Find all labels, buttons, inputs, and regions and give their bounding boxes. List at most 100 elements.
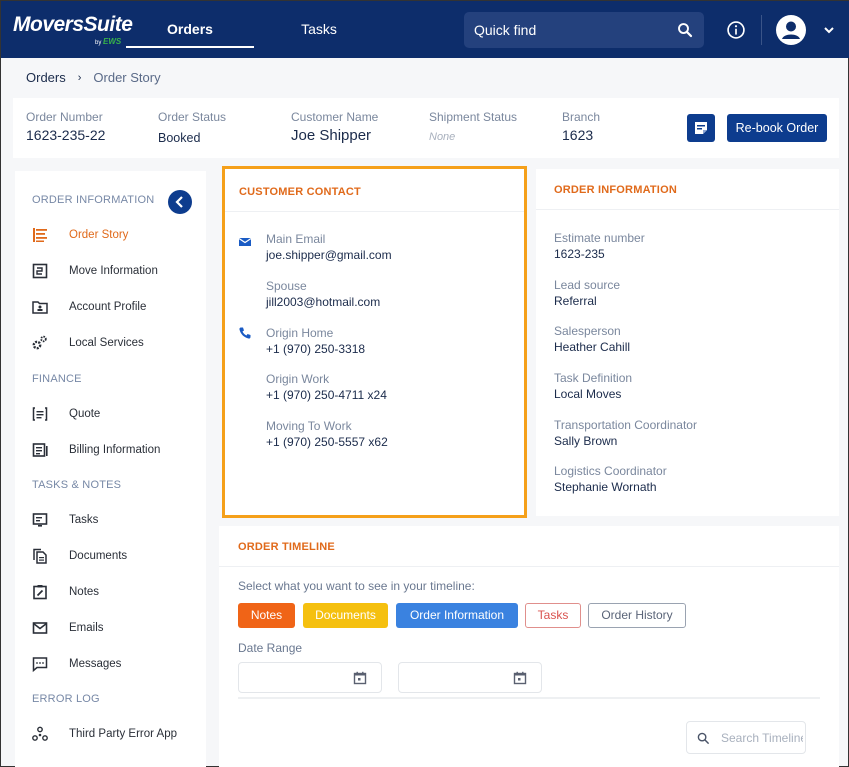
transportation-coordinator-field: Transportation Coordinator Sally Brown bbox=[554, 418, 697, 448]
phone-icon bbox=[239, 327, 251, 339]
sidebar-item-local-services[interactable]: Local Services bbox=[15, 329, 206, 357]
chevron-down-icon[interactable] bbox=[823, 25, 835, 35]
order-status-field: Order Status Booked bbox=[158, 110, 226, 145]
sidebar-item-notes[interactable]: Notes bbox=[15, 578, 206, 606]
filter-notes-button[interactable]: Notes bbox=[238, 603, 295, 628]
spouse-label: Spouse bbox=[266, 279, 307, 293]
nav-tab-tasks[interactable]: Tasks bbox=[281, 1, 357, 58]
calendar-icon[interactable] bbox=[513, 671, 527, 685]
order-status-label: Order Status bbox=[158, 110, 227, 124]
sidebar-label: Tasks bbox=[69, 514, 99, 526]
moving-to-work-value[interactable]: +1 (970) 250-5557 x62 bbox=[266, 435, 388, 449]
customer-contact-title: CUSTOMER CONTACT bbox=[239, 186, 361, 198]
date-start-input[interactable] bbox=[238, 662, 382, 693]
customer-name-value: Joe Shipper bbox=[291, 127, 372, 144]
breadcrumb-orders[interactable]: Orders bbox=[26, 70, 66, 85]
sidebar-label: Messages bbox=[69, 658, 122, 670]
salesperson-field: Salesperson Heather Cahill bbox=[554, 324, 630, 354]
moving-to-work-label: Moving To Work bbox=[266, 419, 352, 433]
origin-home-field: Origin Home +1 (970) 250-3318 bbox=[266, 326, 365, 356]
sidebar-label: Third Party Error App bbox=[69, 728, 178, 740]
branch-label: Branch bbox=[562, 110, 601, 124]
logo-text: MoversSuite bbox=[13, 13, 133, 36]
tasks-icon bbox=[32, 513, 48, 527]
estimate-number-value: 1623-235 bbox=[554, 247, 605, 261]
timeline-prompt: Select what you want to see in your time… bbox=[238, 579, 475, 593]
notes-icon bbox=[33, 585, 47, 600]
search-timeline-box bbox=[686, 721, 806, 754]
logo-by-ews: by EWS bbox=[95, 37, 121, 46]
move-info-icon bbox=[32, 263, 48, 279]
sidebar-item-messages[interactable]: Messages bbox=[15, 650, 206, 678]
estimate-number-label: Estimate number bbox=[554, 231, 645, 245]
sidebar: ORDER INFORMATION Order Story Move Infor… bbox=[15, 171, 206, 767]
estimate-number-field: Estimate number 1623-235 bbox=[554, 231, 645, 261]
calendar-icon[interactable] bbox=[353, 671, 367, 685]
rebook-order-button[interactable]: Re-book Order bbox=[727, 114, 827, 142]
sidebar-item-third-party-error-app[interactable]: Third Party Error App bbox=[15, 720, 206, 748]
card-divider bbox=[536, 209, 839, 210]
main-email-label: Main Email bbox=[266, 232, 326, 246]
main-email-value[interactable]: joe.shipper@gmail.com bbox=[266, 248, 392, 262]
filter-tasks-button[interactable]: Tasks bbox=[525, 603, 581, 628]
quick-find-input[interactable] bbox=[464, 12, 664, 48]
filter-order-information-button[interactable]: Order Information bbox=[396, 603, 518, 628]
sidebar-item-tasks[interactable]: Tasks bbox=[15, 506, 206, 534]
lead-source-field: Lead source Referral bbox=[554, 278, 620, 308]
order-information-card: ORDER INFORMATION Estimate number 1623-2… bbox=[536, 169, 839, 516]
sticky-note-icon bbox=[695, 122, 707, 134]
navbar-divider bbox=[761, 15, 762, 45]
transportation-coordinator-value: Sally Brown bbox=[554, 434, 618, 448]
gears-icon bbox=[32, 335, 47, 350]
main-email-field: Main Email joe.shipper@gmail.com bbox=[266, 232, 392, 262]
sidebar-label: Quote bbox=[69, 408, 101, 420]
sidebar-item-documents[interactable]: Documents bbox=[15, 542, 206, 570]
logistics-coordinator-label: Logistics Coordinator bbox=[554, 464, 667, 478]
order-information-title: ORDER INFORMATION bbox=[554, 184, 677, 196]
nav-tab-orders[interactable]: Orders bbox=[126, 1, 254, 58]
sidebar-item-emails[interactable]: Emails bbox=[15, 614, 206, 642]
user-avatar-icon[interactable] bbox=[776, 15, 806, 45]
order-timeline-card: ORDER TIMELINE Select what you want to s… bbox=[219, 526, 839, 767]
order-status-value: Booked bbox=[158, 131, 201, 145]
moving-to-work-field: Moving To Work +1 (970) 250-5557 x62 bbox=[266, 419, 388, 449]
logo-by: by bbox=[95, 40, 102, 46]
customer-name-label: Customer Name bbox=[291, 110, 379, 124]
info-icon[interactable] bbox=[726, 20, 746, 40]
sidebar-item-move-information[interactable]: Move Information bbox=[15, 257, 206, 285]
sidebar-label: Emails bbox=[69, 622, 104, 634]
sidebar-section-tasks-notes: TASKS & NOTES bbox=[32, 479, 122, 491]
origin-work-label: Origin Work bbox=[266, 372, 330, 386]
sidebar-item-billing-information[interactable]: Billing Information bbox=[15, 436, 206, 464]
order-timeline-title: ORDER TIMELINE bbox=[238, 541, 335, 553]
sidebar-item-quote[interactable]: Quote bbox=[15, 400, 206, 428]
shipment-status-field: Shipment Status None bbox=[429, 110, 517, 143]
sidebar-label: Documents bbox=[69, 550, 128, 562]
sidebar-item-order-story[interactable]: Order Story bbox=[15, 221, 206, 249]
breadcrumb-current: Order Story bbox=[93, 70, 161, 85]
sidebar-section-order-information: ORDER INFORMATION bbox=[32, 194, 155, 206]
sidebar-label: Account Profile bbox=[69, 301, 147, 313]
order-number-value: 1623-235-22 bbox=[26, 127, 106, 143]
moverssuite-logo[interactable]: MoversSuite by EWS bbox=[13, 13, 133, 46]
customer-contact-card: CUSTOMER CONTACT Main Email joe.shipper@… bbox=[222, 166, 527, 518]
add-note-button[interactable] bbox=[687, 114, 715, 142]
spouse-email-field: Spouse jill2003@hotmail.com bbox=[266, 279, 380, 309]
origin-work-field: Origin Work +1 (970) 250-4711 x24 bbox=[266, 372, 387, 402]
search-icon[interactable] bbox=[676, 21, 694, 39]
sidebar-item-account-profile[interactable]: Account Profile bbox=[15, 293, 206, 321]
origin-home-value[interactable]: +1 (970) 250-3318 bbox=[266, 342, 365, 356]
origin-work-value[interactable]: +1 (970) 250-4711 x24 bbox=[266, 388, 387, 402]
date-end-input[interactable] bbox=[398, 662, 542, 693]
transportation-coordinator-label: Transportation Coordinator bbox=[554, 418, 697, 432]
filter-documents-button[interactable]: Documents bbox=[303, 603, 388, 628]
timeline-divider bbox=[238, 697, 820, 699]
breadcrumb: Orders › Order Story bbox=[26, 70, 161, 85]
search-timeline-input[interactable] bbox=[721, 722, 803, 753]
logo-brand: EWS bbox=[103, 37, 122, 46]
filter-order-history-button[interactable]: Order History bbox=[588, 603, 686, 628]
sidebar-label: Local Services bbox=[69, 337, 144, 349]
spouse-email-value[interactable]: jill2003@hotmail.com bbox=[266, 295, 380, 309]
quote-icon bbox=[32, 407, 48, 421]
collapse-sidebar-button[interactable] bbox=[168, 190, 192, 214]
